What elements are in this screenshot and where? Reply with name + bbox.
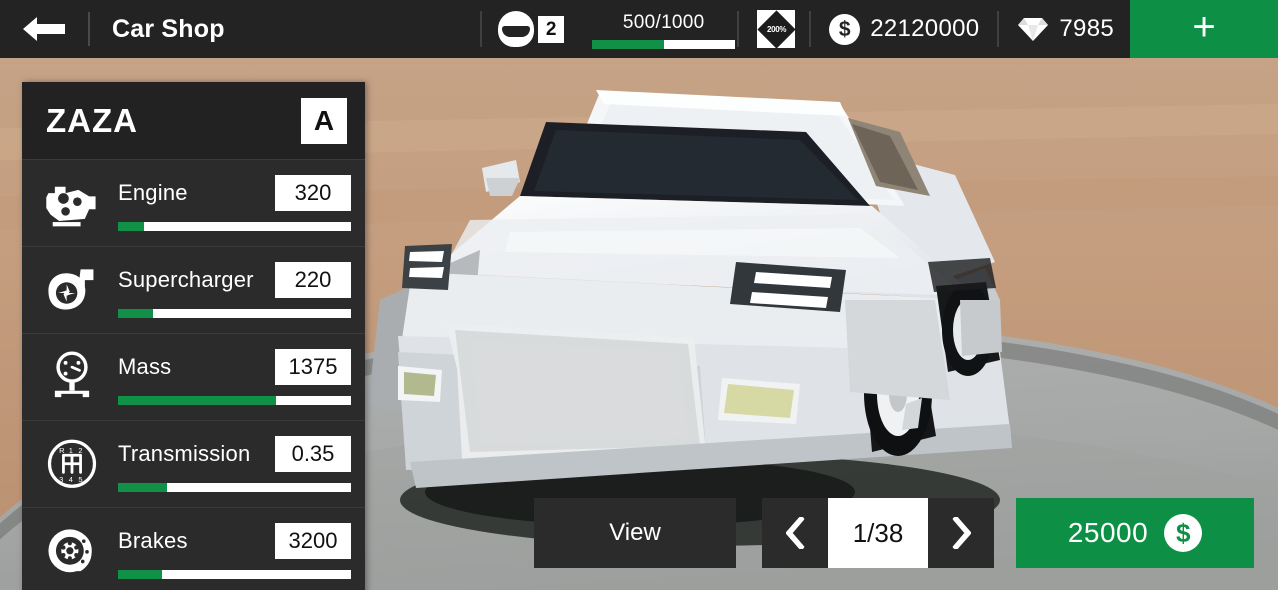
stat-body: Engine 320 — [102, 175, 351, 231]
stat-top: Transmission 0.35 — [118, 436, 351, 472]
xp-meter: 500/1000 — [592, 10, 736, 49]
stat-track — [118, 309, 351, 318]
dollar-coin-icon: $ — [1164, 514, 1203, 552]
money-indicator[interactable]: $ 22120000 — [813, 13, 995, 45]
stat-body: Transmission 0.35 — [102, 436, 351, 492]
stat-list: Engine 320 Supercharger 220 Mass 1375 R 1 2 3 4 5 Tr… — [22, 159, 365, 590]
stat-fill — [118, 309, 153, 318]
back-button[interactable] — [0, 0, 88, 58]
xp-fill — [592, 39, 664, 49]
stat-divider-2 — [737, 11, 740, 47]
view-label: View — [609, 519, 661, 546]
supercharger-icon — [42, 262, 102, 318]
svg-text:1: 1 — [69, 446, 73, 455]
stat-fill — [118, 222, 144, 231]
stat-fill — [118, 396, 277, 405]
stat-row[interactable]: Brakes 3200 — [22, 507, 365, 590]
stat-value: 1375 — [275, 349, 351, 385]
stat-value: 220 — [275, 262, 351, 298]
mass-icon — [42, 349, 102, 405]
xp-text: 500/1000 — [622, 11, 705, 33]
boost-label: 200% — [766, 24, 786, 34]
plus-icon: + — [1192, 5, 1216, 49]
svg-text:R: R — [59, 446, 65, 455]
boost-diamond-icon: 200% — [757, 9, 796, 49]
level-indicator[interactable]: 2 — [484, 11, 570, 47]
stat-top: Supercharger 220 — [118, 262, 351, 298]
stat-top: Brakes 3200 — [118, 523, 351, 559]
stat-fill — [118, 570, 163, 579]
car-header: ZAZA A — [22, 82, 365, 159]
stat-value: 3200 — [275, 523, 351, 559]
car-stats-panel: ZAZA A Engine 320 Supercharger 220 Mass 1375 R… — [22, 82, 365, 590]
stat-top: Engine 320 — [118, 175, 351, 211]
chevron-right-icon — [952, 517, 971, 549]
page-indicator: 1/38 — [828, 498, 928, 568]
gems-value: 7985 — [1059, 15, 1114, 42]
stat-track — [118, 483, 351, 492]
buy-price: 25000 — [1067, 517, 1149, 548]
stat-top: Mass 1375 — [118, 349, 351, 385]
stat-body: Mass 1375 — [102, 349, 351, 405]
transmission-icon: R12 345 — [42, 436, 102, 492]
stat-divider-1 — [480, 11, 483, 47]
svg-text:5: 5 — [78, 475, 82, 484]
stat-label: Mass — [118, 354, 172, 379]
diamond-icon — [1018, 18, 1049, 41]
brakes-icon — [42, 523, 102, 579]
next-car-button[interactable] — [928, 498, 994, 568]
stat-row[interactable]: Mass 1375 — [22, 333, 365, 420]
stat-track — [118, 222, 351, 231]
stat-label: Engine — [118, 180, 188, 205]
boost-indicator[interactable]: 200% — [741, 9, 807, 49]
stat-label: Brakes — [118, 528, 188, 553]
page-title: Car Shop — [112, 14, 225, 43]
money-value: 22120000 — [870, 15, 980, 42]
stat-row[interactable]: Supercharger 220 — [22, 246, 365, 333]
stat-row[interactable]: Engine 320 — [22, 159, 365, 246]
view-button[interactable]: View — [534, 498, 736, 568]
car-class-badge: A — [301, 97, 347, 144]
stat-value: 320 — [275, 175, 351, 211]
stat-row[interactable]: R 1 2 3 4 5 Transmission 0.35 — [22, 420, 365, 507]
car-name: ZAZA — [46, 101, 138, 139]
svg-text:4: 4 — [69, 475, 73, 484]
stat-track — [118, 570, 351, 579]
add-currency-button[interactable]: + — [1130, 0, 1278, 58]
buy-button[interactable]: 25000 $ — [1016, 498, 1254, 568]
top-bar: Car Shop 2 500/1000 200% $ 22120000 7985… — [0, 0, 1278, 58]
stat-divider-3 — [809, 11, 812, 47]
stat-value: 0.35 — [275, 436, 351, 472]
gems-indicator[interactable]: 7985 — [1001, 15, 1130, 43]
stat-fill — [118, 483, 167, 492]
svg-text:3: 3 — [59, 475, 63, 484]
helmet-icon — [498, 11, 535, 47]
svg-text:2: 2 — [78, 446, 82, 455]
stat-divider-4 — [997, 11, 1000, 47]
stat-label: Transmission — [118, 441, 251, 466]
stat-label: Supercharger — [118, 267, 254, 292]
engine-icon — [42, 175, 102, 231]
arrow-left-icon — [23, 17, 65, 41]
stat-body: Brakes 3200 — [102, 523, 351, 579]
stat-body: Supercharger 220 — [102, 262, 351, 318]
prev-car-button[interactable] — [762, 498, 828, 568]
level-group[interactable]: 2 500/1000 — [484, 0, 736, 58]
car-pager: 1/38 — [762, 498, 994, 568]
stat-track — [118, 396, 351, 405]
level-badge: 2 — [538, 15, 565, 43]
chevron-left-icon — [785, 517, 804, 549]
dollar-coin-icon: $ — [829, 13, 861, 45]
xp-track — [592, 39, 736, 49]
